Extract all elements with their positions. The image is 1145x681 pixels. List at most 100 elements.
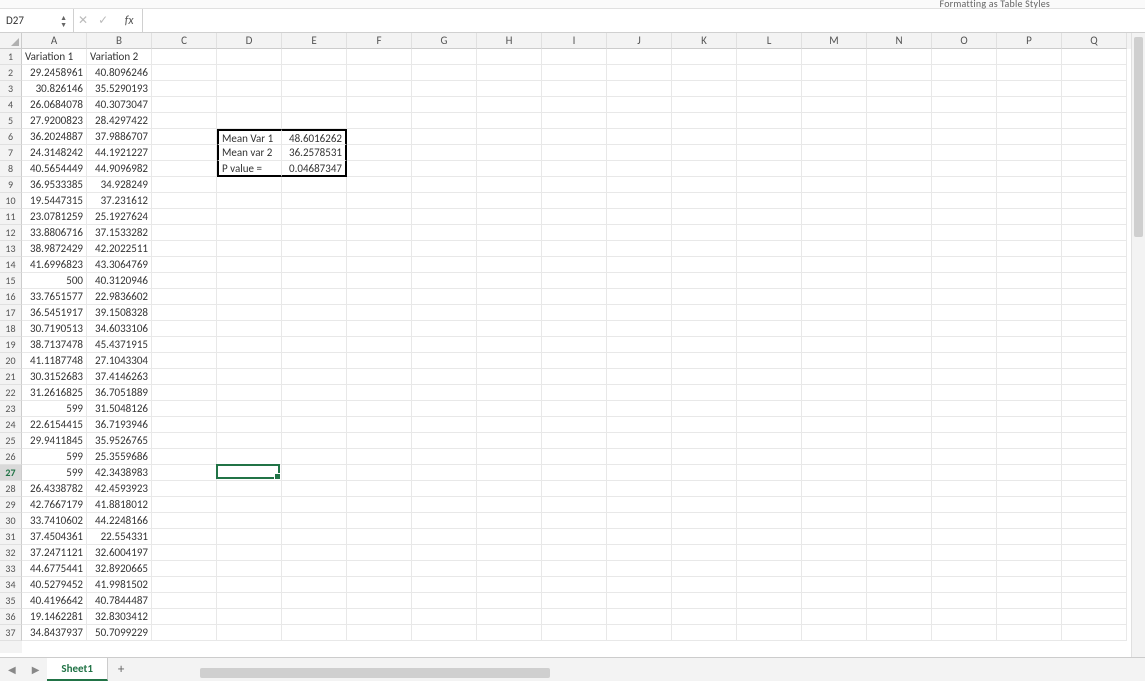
cell[interactable] [867, 561, 932, 577]
cell[interactable] [1062, 49, 1127, 65]
cell[interactable] [802, 321, 867, 337]
name-box[interactable]: D27 ▲▼ [0, 9, 74, 32]
cell[interactable] [932, 561, 997, 577]
cell[interactable] [672, 273, 737, 289]
cell[interactable] [997, 577, 1062, 593]
row-header[interactable]: 20 [0, 353, 22, 369]
cell[interactable] [867, 49, 932, 65]
cell[interactable]: 37.1533282 [87, 225, 152, 241]
cell[interactable] [347, 81, 412, 97]
cell[interactable] [802, 289, 867, 305]
cell[interactable] [347, 353, 412, 369]
cell[interactable] [737, 401, 802, 417]
row-header[interactable]: 28 [0, 481, 22, 497]
cell[interactable] [607, 129, 672, 145]
cell[interactable]: 45.4371915 [87, 337, 152, 353]
cell[interactable] [347, 113, 412, 129]
cell[interactable] [737, 417, 802, 433]
cell[interactable] [672, 465, 737, 481]
cell[interactable] [802, 369, 867, 385]
cell[interactable]: 42.4593923 [87, 481, 152, 497]
cell[interactable] [997, 273, 1062, 289]
row-header[interactable]: 21 [0, 369, 22, 385]
cell[interactable] [802, 609, 867, 625]
cell[interactable] [347, 577, 412, 593]
cell[interactable] [932, 225, 997, 241]
cell[interactable] [802, 81, 867, 97]
cell[interactable] [282, 433, 347, 449]
cell[interactable] [152, 497, 217, 513]
cell[interactable] [152, 385, 217, 401]
cell[interactable] [217, 593, 282, 609]
cell[interactable] [997, 289, 1062, 305]
cell[interactable] [932, 497, 997, 513]
cell[interactable] [607, 177, 672, 193]
cell[interactable] [802, 241, 867, 257]
cell[interactable] [672, 145, 737, 161]
row-header[interactable]: 15 [0, 273, 22, 289]
cell[interactable] [932, 209, 997, 225]
cell[interactable] [867, 257, 932, 273]
cell[interactable] [152, 513, 217, 529]
tab-next-icon[interactable]: ▶ [24, 663, 48, 676]
cell[interactable] [347, 65, 412, 81]
cell[interactable] [802, 305, 867, 321]
cell[interactable]: 41.9981502 [87, 577, 152, 593]
cell[interactable]: 34.6033106 [87, 321, 152, 337]
cell[interactable] [737, 273, 802, 289]
cell[interactable] [997, 561, 1062, 577]
cell[interactable] [1062, 385, 1127, 401]
cell[interactable] [802, 625, 867, 641]
cell[interactable] [542, 289, 607, 305]
cell[interactable] [607, 449, 672, 465]
cell[interactable] [542, 545, 607, 561]
cell[interactable] [217, 177, 282, 193]
cell[interactable] [867, 545, 932, 561]
cell[interactable] [1062, 97, 1127, 113]
cell[interactable] [672, 593, 737, 609]
cell[interactable]: 35.5290193 [87, 81, 152, 97]
cell[interactable]: Variation 2 [87, 49, 152, 65]
cell[interactable] [932, 513, 997, 529]
cell[interactable]: 27.9200823 [22, 113, 87, 129]
cell[interactable] [282, 337, 347, 353]
cell[interactable] [347, 497, 412, 513]
cell[interactable] [802, 353, 867, 369]
cell[interactable] [152, 289, 217, 305]
cell[interactable] [282, 113, 347, 129]
cell[interactable] [152, 529, 217, 545]
cell[interactable]: 31.5048126 [87, 401, 152, 417]
cell[interactable] [152, 561, 217, 577]
cell[interactable] [932, 129, 997, 145]
cell[interactable] [737, 177, 802, 193]
cell[interactable]: 38.7137478 [22, 337, 87, 353]
cell[interactable] [802, 433, 867, 449]
row-header[interactable]: 18 [0, 321, 22, 337]
row-header[interactable]: 22 [0, 385, 22, 401]
cell[interactable] [217, 49, 282, 65]
cell[interactable] [672, 177, 737, 193]
cell[interactable] [932, 257, 997, 273]
cell[interactable] [1062, 609, 1127, 625]
cell[interactable] [997, 305, 1062, 321]
cell[interactable] [412, 161, 477, 177]
cell[interactable] [542, 161, 607, 177]
cell[interactable] [152, 369, 217, 385]
cell[interactable] [347, 193, 412, 209]
cell[interactable] [1062, 433, 1127, 449]
cell[interactable] [282, 49, 347, 65]
cell[interactable] [672, 529, 737, 545]
cell[interactable] [152, 609, 217, 625]
cell[interactable] [737, 161, 802, 177]
horizontal-scroll-thumb[interactable] [200, 668, 550, 678]
column-header[interactable]: I [542, 33, 607, 49]
cell[interactable] [347, 257, 412, 273]
cell[interactable] [152, 449, 217, 465]
row-header[interactable]: 11 [0, 209, 22, 225]
cell[interactable] [152, 161, 217, 177]
cell[interactable] [867, 369, 932, 385]
cell[interactable] [1062, 529, 1127, 545]
cell[interactable] [412, 49, 477, 65]
cell[interactable] [672, 433, 737, 449]
cell[interactable] [672, 337, 737, 353]
